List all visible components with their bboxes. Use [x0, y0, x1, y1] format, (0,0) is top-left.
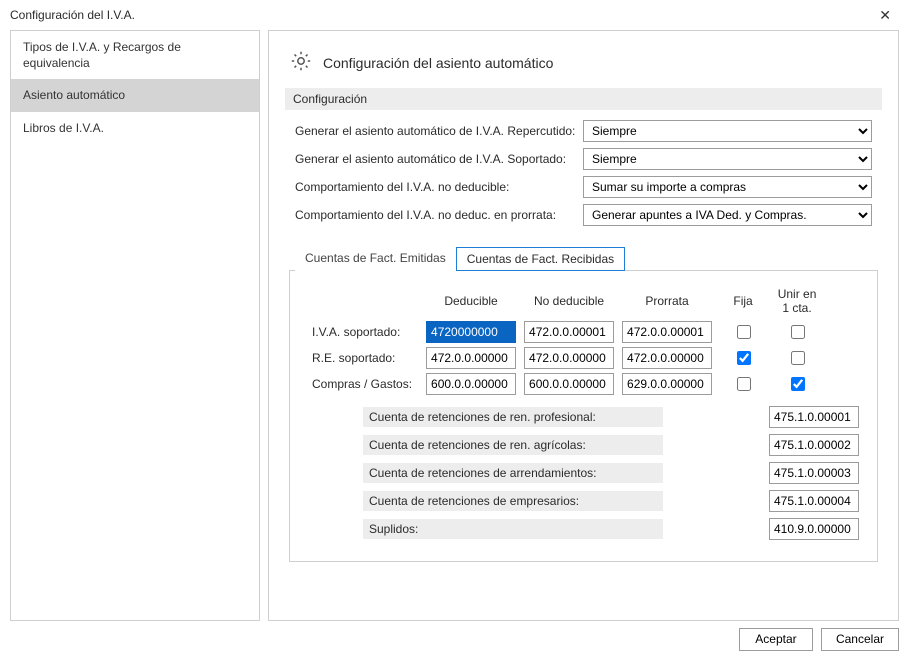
cfg-select-soportado[interactable]: Siempre: [583, 148, 872, 170]
gear-icon: [289, 49, 313, 76]
tab-panel-received: Deducible No deducible Prorrata Fija Uni…: [289, 270, 878, 562]
iva-soportado-fija[interactable]: [737, 325, 751, 339]
cancel-button[interactable]: Cancelar: [821, 628, 899, 651]
ret-value-arrendamientos[interactable]: [769, 462, 859, 484]
ret-label-empresarios: Cuenta de retenciones de empresarios:: [363, 491, 663, 511]
compras-unir[interactable]: [791, 377, 805, 391]
compras-prorrata[interactable]: [622, 373, 712, 395]
sidebar-item-iva-types[interactable]: Tipos de I.V.A. y Recargos de equivalenc…: [11, 31, 259, 79]
compras-fija[interactable]: [737, 377, 751, 391]
col-fija: Fija: [716, 283, 770, 319]
col-prorrata: Prorrata: [618, 283, 716, 319]
row-label-iva-soportado: I.V.A. soportado:: [308, 319, 422, 345]
re-soportado-unir[interactable]: [791, 351, 805, 365]
cfg-label-prorrata: Comportamiento del I.V.A. no deduc. en p…: [295, 208, 575, 222]
cfg-select-deducible[interactable]: Sumar su importe a compras: [583, 176, 872, 198]
close-icon[interactable]: ✕: [871, 3, 899, 28]
page-title: Configuración del asiento automático: [323, 55, 553, 71]
ret-value-suplidos[interactable]: [769, 518, 859, 540]
sidebar-item-auto-entry[interactable]: Asiento automático: [11, 79, 259, 111]
table-row: Compras / Gastos:: [308, 371, 824, 397]
tabs: Cuentas de Fact. Emitidas Cuentas de Fac…: [295, 246, 882, 270]
cfg-label-deducible: Comportamiento del I.V.A. no deducible:: [295, 180, 575, 194]
iva-soportado-deducible[interactable]: [426, 321, 516, 343]
ret-label-arrendamientos: Cuenta de retenciones de arrendamientos:: [363, 463, 663, 483]
accounts-grid: Deducible No deducible Prorrata Fija Uni…: [308, 283, 824, 397]
window-title: Configuración del I.V.A.: [10, 8, 135, 22]
cfg-label-soportado: Generar el asiento automático de I.V.A. …: [295, 152, 575, 166]
cfg-select-repercutido[interactable]: Siempre: [583, 120, 872, 142]
re-soportado-prorrata[interactable]: [622, 347, 712, 369]
cfg-label-repercutido: Generar el asiento automático de I.V.A. …: [295, 124, 575, 138]
table-row: R.E. soportado:: [308, 345, 824, 371]
col-no-deducible: No deducible: [520, 283, 618, 319]
ret-value-agricolas[interactable]: [769, 434, 859, 456]
ret-label-profesional: Cuenta de retenciones de ren. profesiona…: [363, 407, 663, 427]
re-soportado-fija[interactable]: [737, 351, 751, 365]
iva-soportado-prorrata[interactable]: [622, 321, 712, 343]
sidebar: Tipos de I.V.A. y Recargos de equivalenc…: [10, 30, 260, 621]
iva-soportado-no-deducible[interactable]: [524, 321, 614, 343]
ret-value-profesional[interactable]: [769, 406, 859, 428]
table-row: I.V.A. soportado:: [308, 319, 824, 345]
ok-button[interactable]: Aceptar: [739, 628, 813, 651]
ret-value-empresarios[interactable]: [769, 490, 859, 512]
row-label-re-soportado: R.E. soportado:: [308, 345, 422, 371]
cfg-select-prorrata[interactable]: Generar apuntes a IVA Ded. y Compras.: [583, 204, 872, 226]
tab-emitted[interactable]: Cuentas de Fact. Emitidas: [295, 247, 456, 271]
re-soportado-deducible[interactable]: [426, 347, 516, 369]
section-label: Configuración: [285, 88, 882, 110]
tab-received[interactable]: Cuentas de Fact. Recibidas: [456, 247, 625, 271]
compras-no-deducible[interactable]: [524, 373, 614, 395]
col-deducible: Deducible: [422, 283, 520, 319]
row-label-compras: Compras / Gastos:: [308, 371, 422, 397]
col-unir: Unir en 1 cta.: [770, 283, 824, 319]
ret-label-agricolas: Cuenta de retenciones de ren. agrícolas:: [363, 435, 663, 455]
iva-soportado-unir[interactable]: [791, 325, 805, 339]
sidebar-item-iva-books[interactable]: Libros de I.V.A.: [11, 112, 259, 144]
main-panel: Configuración del asiento automático Con…: [268, 30, 899, 621]
compras-deducible[interactable]: [426, 373, 516, 395]
re-soportado-no-deducible[interactable]: [524, 347, 614, 369]
ret-label-suplidos: Suplidos:: [363, 519, 663, 539]
